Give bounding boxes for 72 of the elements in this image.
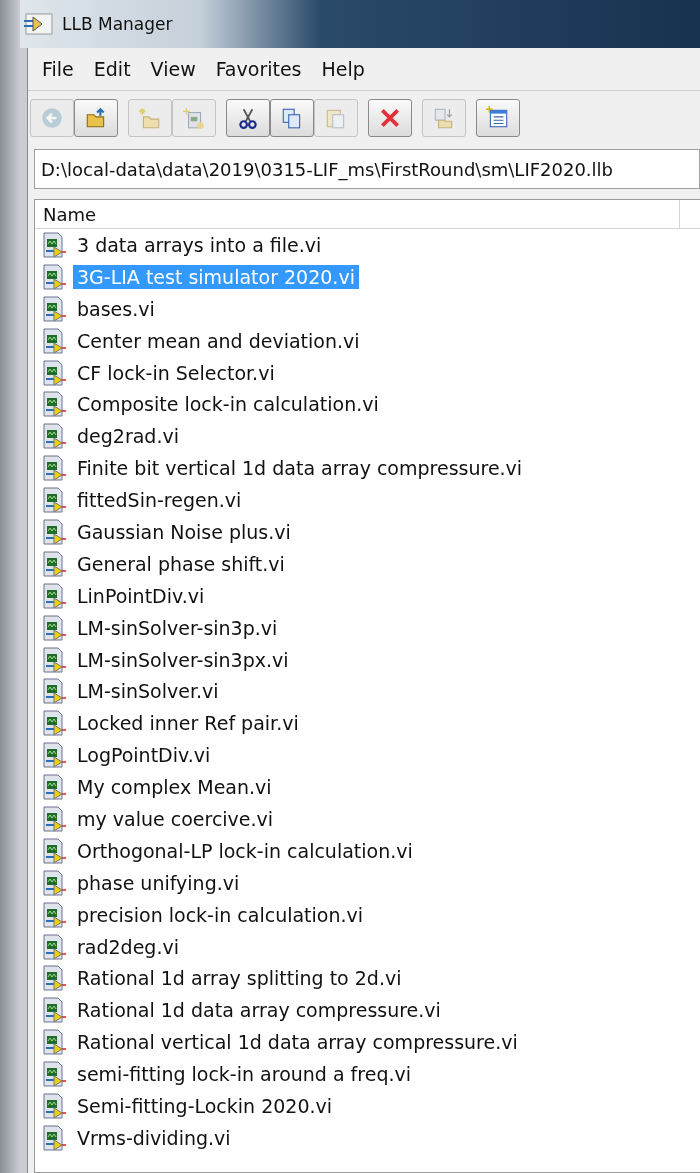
file-name[interactable]: Rational 1d array splitting to 2d.vi [73,966,406,991]
vi-file-icon [41,327,67,354]
vi-file-icon [41,710,67,737]
vi-file-icon [41,295,67,322]
vi-file-icon [41,646,67,673]
vi-file-icon [41,869,67,896]
vi-file-icon [41,263,67,290]
cut-icon [236,106,260,130]
vi-file-icon [41,231,67,258]
column-header[interactable]: Name [35,200,680,228]
file-name[interactable]: my value coercive.vi [73,806,278,831]
window-title: LLB Manager [62,14,173,34]
file-name[interactable]: Finite bit vertical 1d data array compressure.vi [73,456,527,481]
vi-file-icon [41,901,67,928]
file-name[interactable]: Semi-fitting-Lockin 2020.vi [73,1094,337,1118]
file-name[interactable]: General phase shift.vi [73,551,289,576]
file-name[interactable]: LM-sinSolver.vi [73,679,223,704]
file-name[interactable]: Locked inner Ref pair.vi [73,711,303,736]
file-name[interactable]: Gaussian Noise plus.vi [73,519,295,544]
vi-file-icon [41,837,67,864]
file-name[interactable]: LogPointDiv.vi [73,743,215,768]
file-name[interactable]: fittedSin-regen.vi [73,488,246,513]
file-name[interactable]: rad2deg.vi [73,934,183,959]
file-name[interactable]: Center mean and deviation.vi [73,328,364,353]
file-name[interactable]: precision lock-in calculation.vi [73,902,368,927]
file-name[interactable]: semi-fitting lock-in around a freq.vi [73,1062,415,1087]
window-list-icon [486,106,510,130]
file-name[interactable]: Composite lock-in calculation.vi [73,392,383,417]
file-name[interactable]: LM-sinSolver-sin3p.vi [73,615,282,640]
file-name[interactable]: CF lock-in Selector.vi [73,360,279,385]
new-folder-icon [138,106,162,130]
vi-file-icon [41,1093,67,1119]
file-name[interactable]: Rational 1d data array compressure.vi [73,998,445,1023]
vi-file-icon [41,997,67,1024]
vi-file-icon [41,933,67,960]
vi-file-icon [41,1061,67,1088]
file-name[interactable]: phase unifying.vi [73,870,244,895]
path-field[interactable]: D:\local-data\data\2019\0315-LIF_ms\FirstRound\sm\LIF2020.llb [34,149,700,189]
delete-icon [378,106,402,130]
vi-file-icon [41,614,67,641]
file-name[interactable]: LM-sinSolver-sin3px.vi [73,647,293,672]
vi-file-icon [41,678,67,705]
new-file-icon [182,106,206,130]
file-name[interactable]: Rational vertical 1d data array compressure.vi [73,1030,522,1055]
app-icon [24,13,54,35]
file-name[interactable]: My complex Mean.vi [73,775,276,800]
vi-file-icon [41,550,67,577]
vi-file-icon [41,965,67,992]
file-name[interactable]: Vrms-dividing.vi [73,1125,235,1150]
menu-item[interactable]: Help [311,56,375,82]
vi-file-icon [41,423,67,450]
menu-item[interactable]: Favorites [205,56,312,82]
menu-item[interactable]: File [32,56,84,82]
toolbar-button[interactable] [226,99,270,137]
file-name[interactable]: bases.vi [73,296,159,321]
vi-file-icon [41,487,67,514]
vi-file-icon [41,1124,67,1151]
menu-item[interactable]: View [140,56,206,82]
vi-file-icon [41,582,67,609]
vi-file-icon [41,774,67,801]
file-name[interactable]: LinPointDiv.vi [73,583,209,608]
vi-file-icon [41,1029,67,1056]
file-name[interactable]: Orthogonal-LP lock-in calculation.vi [73,838,417,863]
menu-item[interactable]: Edit [83,56,141,82]
vi-file-icon [41,359,67,386]
vi-file-icon [41,518,67,545]
vi-file-icon [41,391,67,418]
file-name[interactable]: 3 data arrays into a file.vi [73,232,326,257]
file-name[interactable]: deg2rad.vi [73,424,183,449]
vi-file-icon [41,805,67,832]
vi-file-icon [41,455,67,482]
vi-file-icon [41,742,67,769]
